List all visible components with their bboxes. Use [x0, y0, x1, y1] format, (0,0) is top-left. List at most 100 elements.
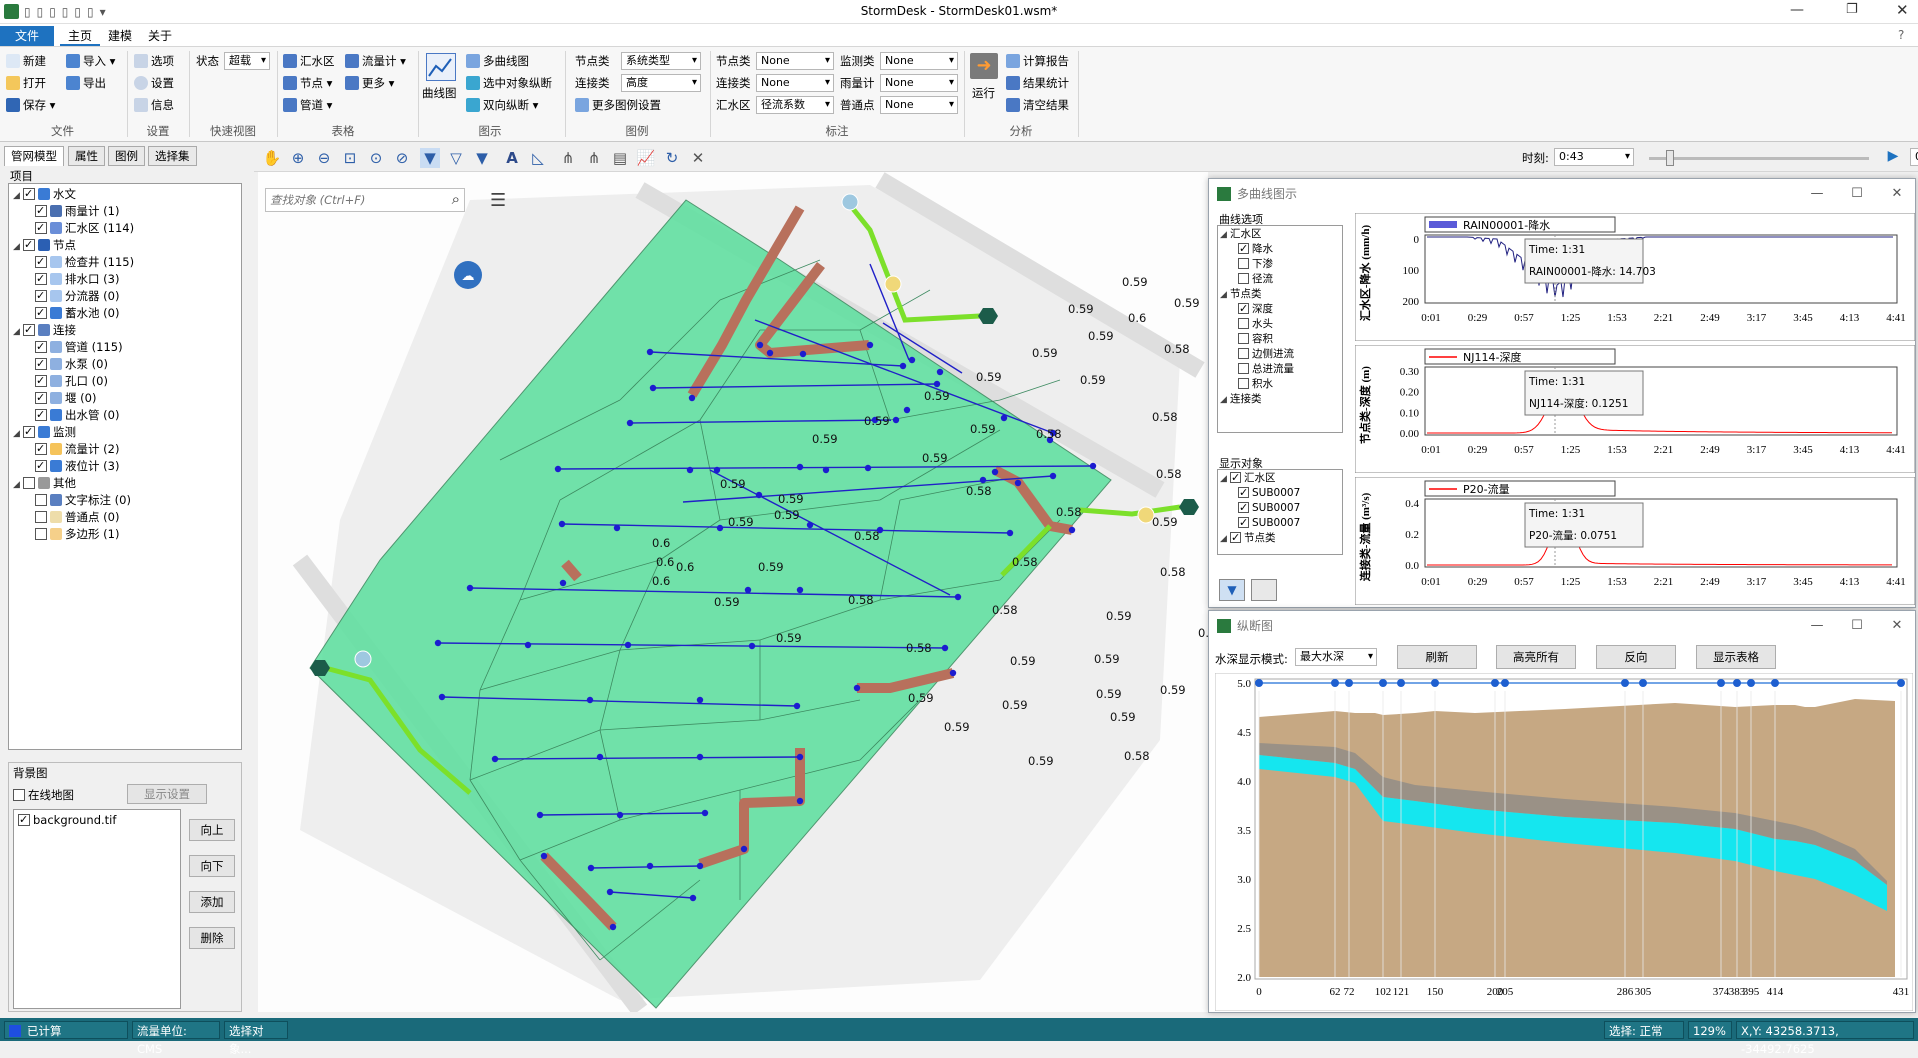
junction-node[interactable] — [624, 641, 632, 649]
select-filter-icon[interactable]: ▼ — [420, 148, 440, 168]
show-objects-tree[interactable]: ◢ 汇水区 SUB0007 SUB0007 SUB0007 ◢ 节点类 — [1217, 469, 1343, 555]
maximize-icon[interactable]: ☐ — [1837, 179, 1877, 209]
expand-icon[interactable]: ◢ — [13, 324, 23, 341]
text-icon[interactable]: A — [502, 148, 522, 168]
map-canvas[interactable]: 0.590.580.590.580.590.590.590.590.590.60… — [258, 171, 1830, 1016]
options-button[interactable]: 选项 — [134, 51, 174, 71]
tree-checkbox[interactable] — [1230, 532, 1241, 543]
junction-node[interactable] — [936, 368, 944, 376]
tree-checkbox[interactable] — [1238, 517, 1249, 528]
junction-node[interactable] — [616, 811, 624, 819]
junction-node[interactable] — [740, 845, 748, 853]
profile-selected-button[interactable]: 选中对象纵断 — [466, 73, 552, 93]
tree-checkbox[interactable] — [1238, 378, 1249, 389]
move-up-button[interactable]: 向上 — [189, 819, 235, 841]
maximize-icon[interactable]: ❐ — [1846, 2, 1858, 17]
expand-icon[interactable]: ◢ — [13, 426, 23, 443]
junction-node[interactable] — [466, 584, 474, 592]
tree-item[interactable]: 普通点 (0) — [35, 509, 119, 526]
stats-button[interactable]: 结果统计 — [1006, 73, 1069, 93]
tree-checkbox[interactable] — [35, 341, 47, 353]
tree-item[interactable]: ◢ 连接 — [13, 322, 76, 339]
highlight-all-button[interactable]: 高亮所有 — [1496, 645, 1576, 669]
help-icon[interactable]: ? — [1898, 28, 1904, 42]
tree-item[interactable]: 汇水区 (114) — [35, 220, 134, 237]
junction-node[interactable] — [540, 852, 548, 860]
tree-checkbox[interactable] — [35, 205, 47, 217]
tree-item[interactable]: SUB0007 — [1238, 501, 1300, 516]
panel-tab[interactable]: 管网模型 — [4, 146, 64, 166]
tree-item[interactable]: 降水 — [1238, 242, 1273, 257]
search-box[interactable]: ⌕ — [265, 188, 465, 212]
depth-mode-dropdown[interactable]: 最大水深 — [1295, 648, 1377, 666]
junction-node[interactable] — [822, 466, 830, 474]
online-map-checkbox[interactable]: 在线地图 — [13, 787, 74, 803]
add-button[interactable]: 添加 — [189, 891, 235, 913]
time-slider-thumb[interactable] — [1666, 150, 1674, 166]
reverse-button[interactable]: 反向 — [1596, 645, 1676, 669]
expand-icon[interactable]: ◢ — [1220, 288, 1230, 303]
junction-node[interactable] — [1089, 462, 1097, 470]
close-icon[interactable]: ✕ — [1877, 611, 1917, 641]
tree-item[interactable]: 水泵 (0) — [35, 356, 108, 373]
multicurve-button[interactable]: 多曲线图 — [466, 51, 529, 71]
tree-item[interactable]: 堰 (0) — [35, 390, 96, 407]
junction-node[interactable] — [853, 684, 861, 692]
junction-node[interactable] — [696, 862, 704, 870]
refresh-button[interactable]: 刷新 — [1397, 645, 1477, 669]
mode-status[interactable]: 选择: 正常 — [1604, 1021, 1684, 1039]
junction-node[interactable] — [689, 894, 697, 902]
tree-checkbox[interactable] — [35, 443, 47, 455]
tree-item[interactable]: 雨量计 (1) — [35, 203, 119, 220]
junction-node[interactable] — [554, 465, 562, 473]
table-flowmeter-button[interactable]: 流量计 ▾ — [345, 51, 406, 71]
junction-node[interactable] — [606, 888, 614, 896]
junction-node[interactable] — [991, 468, 999, 476]
junction-node[interactable] — [806, 521, 814, 529]
search-input[interactable] — [266, 189, 426, 211]
junction-node[interactable] — [613, 524, 621, 532]
junction-node[interactable] — [587, 864, 595, 872]
tree-item[interactable]: ◢节点类 — [1220, 287, 1262, 302]
tree-item[interactable]: ◢汇水区 — [1220, 227, 1262, 242]
tree-checkbox[interactable] — [35, 358, 47, 370]
tree-checkbox[interactable] — [23, 426, 35, 438]
tree-item[interactable]: 容积 — [1238, 332, 1273, 347]
tree-checkbox[interactable] — [23, 188, 35, 200]
report-button[interactable]: 计算报告 — [1006, 51, 1069, 71]
tree-checkbox[interactable] — [1238, 258, 1249, 269]
profile-both-button[interactable]: 双向纵断 ▾ — [466, 95, 538, 115]
curve-chart-button[interactable]: 曲线图 — [422, 83, 457, 103]
pan-icon[interactable]: ✋ — [262, 148, 282, 168]
tree-item[interactable]: 排水口 (3) — [35, 271, 119, 288]
junction-node[interactable] — [748, 642, 756, 650]
tree-item[interactable]: ◢ 监测 — [13, 424, 76, 441]
tree-item[interactable]: 水头 — [1238, 317, 1273, 332]
junction-node[interactable] — [1006, 529, 1014, 537]
tree-item[interactable]: 孔口 (0) — [35, 373, 108, 390]
expand-icon[interactable]: ◢ — [1220, 472, 1230, 487]
junction-node[interactable] — [866, 341, 874, 349]
delete-button[interactable]: 删除 — [189, 927, 235, 949]
junction-node[interactable] — [1049, 472, 1057, 480]
minimize-icon[interactable]: — — [1797, 611, 1837, 641]
tree-item[interactable]: 出水管 (0) — [35, 407, 119, 424]
export-button[interactable]: 导出 — [66, 73, 106, 93]
select-filter2-icon[interactable]: ▽ — [446, 148, 466, 168]
tree-checkbox[interactable] — [35, 460, 47, 472]
legend-node-dropdown[interactable]: 系统类型 — [621, 52, 701, 70]
tree-checkbox[interactable] — [1238, 303, 1249, 314]
new-button[interactable]: 新建 — [6, 51, 46, 71]
junction-node[interactable] — [979, 476, 987, 484]
tree-checkbox[interactable] — [23, 239, 35, 251]
junction-node[interactable] — [796, 586, 804, 594]
tree-checkbox[interactable] — [23, 324, 35, 336]
chart-icon[interactable]: 📈 — [636, 148, 656, 168]
tree-checkbox[interactable] — [35, 528, 47, 540]
junction-node[interactable] — [558, 520, 566, 528]
junction-node[interactable] — [536, 811, 544, 819]
tree-item[interactable]: 分流器 (0) — [35, 288, 119, 305]
close-tool-icon[interactable]: ✕ — [688, 148, 708, 168]
tree-checkbox[interactable] — [35, 375, 47, 387]
junction-node[interactable] — [755, 491, 763, 499]
